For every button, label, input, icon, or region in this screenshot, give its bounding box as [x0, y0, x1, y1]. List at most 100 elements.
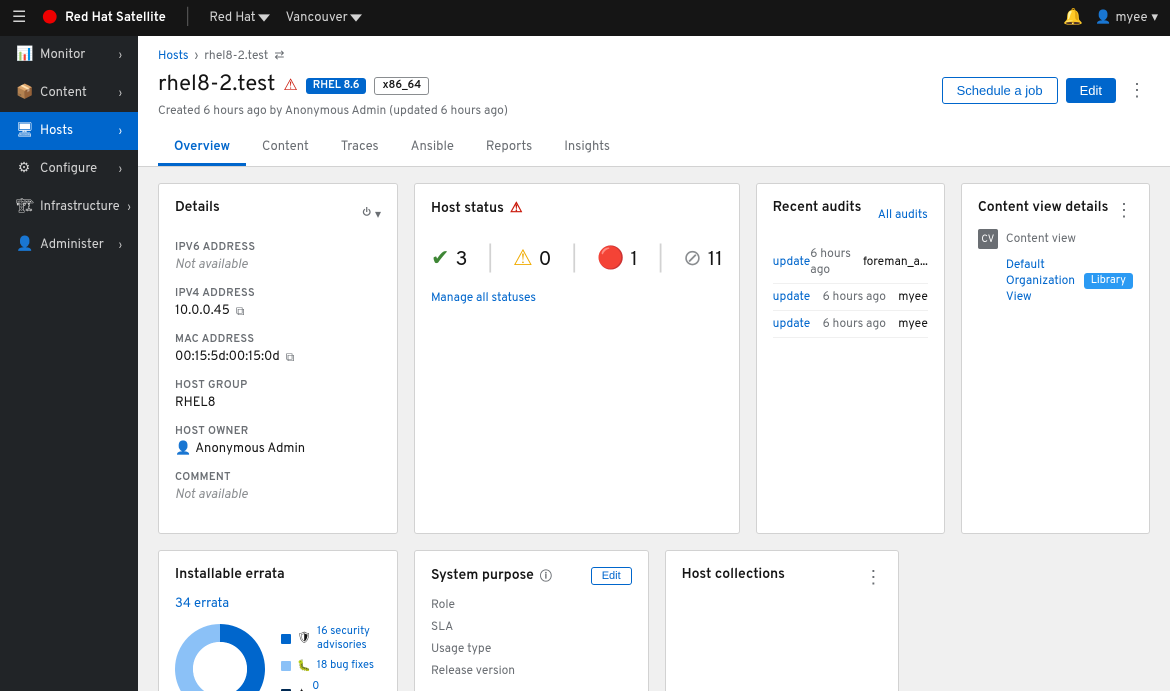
legend-bug-link[interactable]: 18 bug fixes [317, 659, 374, 673]
syspurpose-role-label: Role [431, 597, 521, 613]
notification-bell-icon[interactable]: 🔔 [1063, 7, 1083, 29]
tab-reports[interactable]: Reports [470, 131, 548, 166]
username: myee [1115, 10, 1147, 26]
syspurpose-usage-row: Usage type [431, 641, 632, 657]
breadcrumb-hosts-link[interactable]: Hosts [158, 48, 189, 64]
audit-action-1[interactable]: update [773, 289, 811, 305]
more-options-button[interactable]: ⋮ [1124, 76, 1150, 105]
sidebar-item-hosts[interactable]: 🖥 Hosts › [0, 112, 138, 150]
audits-title: Recent audits [773, 200, 862, 217]
audit-row: update 6 hours ago foreman_a... [773, 241, 928, 284]
details-title-row: Details ⏻ ▾ [175, 200, 381, 229]
power-icon[interactable]: ⏻ [362, 206, 371, 223]
breadcrumb-sep: › [195, 48, 199, 64]
hamburger-icon[interactable]: ☰ [12, 7, 26, 29]
sidebar-label-content: Content [40, 85, 87, 101]
syspurpose-title-row: System purpose ⓘ Edit [431, 567, 632, 597]
ipv6-section: IPv6 address Not available [175, 241, 381, 273]
legend-enh: ✦ 0 enhancements [281, 680, 385, 691]
owner-person-icon: 👤 [175, 441, 191, 457]
audit-action-0[interactable]: update [773, 254, 811, 270]
manage-statuses-link[interactable]: Manage all statuses [431, 290, 536, 306]
status-disabled-item: ⊘ 11 [683, 246, 722, 274]
status-sep2: | [572, 247, 577, 273]
ipv4-text: 10.0.0.45 [175, 303, 230, 319]
legend-enh-link[interactable]: 0 enhancements [312, 680, 385, 691]
location-name: Vancouver [286, 10, 348, 26]
tab-overview[interactable]: Overview [158, 131, 246, 166]
hosts-icon: 🖥 [16, 122, 32, 140]
tab-content[interactable]: Content [246, 131, 325, 166]
org-selector[interactable]: Red Hat [209, 10, 269, 26]
org-name: Red Hat [209, 10, 255, 26]
sidebar-item-content[interactable]: 📦 Content › [0, 74, 138, 112]
errata-title-row: Installable errata [175, 567, 381, 596]
tab-traces[interactable]: Traces [325, 131, 395, 166]
ipv4-value: 10.0.0.45 ⧉ [175, 303, 381, 319]
comment-label: Comment [175, 471, 381, 485]
content-row-2: Installable errata 34 errata [138, 550, 1170, 691]
content-row-1: Details ⏻ ▾ IPv6 address Not available I… [138, 167, 1170, 550]
main-content: Hosts › rhel8-2.test ⇄ rhel8-2.test ⚠ RH… [138, 36, 1170, 691]
cv-title: Content view details [978, 200, 1109, 217]
host-meta: Created 6 hours ago by Anonymous Admin (… [158, 103, 508, 119]
cv-row: CV Content view [978, 229, 1133, 249]
edit-button[interactable]: Edit [1066, 78, 1116, 103]
status-title-text: Host status [431, 201, 504, 218]
host-collections-card: Host collections ⋮ [665, 550, 900, 691]
legend-bug-icon: 🐛 [297, 659, 311, 674]
tab-ansible[interactable]: Ansible [395, 131, 470, 166]
user-menu[interactable]: 👤 myee ▾ [1095, 10, 1158, 26]
syspurpose-sla-row: SLA [431, 619, 632, 635]
schedule-job-button[interactable]: Schedule a job [942, 77, 1058, 104]
sidebar-item-configure[interactable]: ⚙ Configure › [0, 150, 138, 188]
sidebar-label-configure: Configure [40, 161, 97, 177]
page-header: Hosts › rhel8-2.test ⇄ rhel8-2.test ⚠ RH… [138, 36, 1170, 167]
syspurpose-help-icon: ⓘ [540, 567, 552, 585]
errata-legend: 🛡 16 security advisories 🐛 18 bug fixes … [281, 625, 385, 691]
cv-more-button[interactable]: ⋮ [1115, 200, 1133, 221]
cv-name-link[interactable]: Default Organization View [1006, 257, 1076, 305]
all-audits-link[interactable]: All audits [878, 207, 928, 223]
location-chevron-icon [350, 12, 362, 24]
status-warn-item: ⚠ 0 [513, 246, 552, 274]
sidebar-label-administer: Administer [40, 237, 104, 253]
sidebar-item-administer[interactable]: 👤 Administer › [0, 226, 138, 264]
host-title: rhel8-2.test [158, 72, 275, 99]
audit-action-2[interactable]: update [773, 316, 811, 332]
recent-audits-card: Recent audits All audits update 6 hours … [756, 183, 945, 534]
status-title: Host status ⚠ [431, 200, 523, 218]
legend-bug-dot [281, 661, 291, 671]
administer-chevron-icon: › [119, 239, 122, 252]
legend-enh-icon: ✦ [297, 686, 306, 691]
breadcrumb-link-icon[interactable]: ⇄ [274, 48, 284, 64]
details-dropdown-icon[interactable]: ▾ [375, 207, 381, 223]
cv-title-row: Content view details ⋮ [978, 200, 1133, 229]
content-chevron-icon: › [119, 87, 122, 100]
cv-name-label: Content view [1006, 231, 1076, 247]
owner-text: Anonymous Admin [195, 441, 305, 457]
mac-value: 00:15:5d:00:15:0d ⧉ [175, 349, 381, 365]
status-disabled-icon: ⊘ [683, 246, 701, 274]
user-chevron-icon: ▾ [1151, 10, 1158, 26]
administer-icon: 👤 [16, 236, 32, 254]
sidebar-label-infrastructure: Infrastructure [40, 199, 120, 215]
sidebar-item-monitor[interactable]: 📊 Monitor › [0, 36, 138, 74]
copy-mac-button[interactable]: ⧉ [284, 350, 297, 365]
owner-value: 👤 Anonymous Admin [175, 441, 381, 457]
sidebar-item-infrastructure[interactable]: 🏗 Infrastructure › [0, 188, 138, 226]
tab-insights[interactable]: Insights [548, 131, 626, 166]
syspurpose-edit-button[interactable]: Edit [591, 567, 632, 585]
status-sep1: | [487, 247, 492, 273]
hostgroup-section: Host group RHEL8 [175, 379, 381, 411]
location-selector[interactable]: Vancouver [286, 10, 362, 26]
tabs: Overview Content Traces Ansible Reports … [158, 131, 1150, 166]
status-alert-icon: ⚠ [510, 200, 523, 218]
hostgroup-value: RHEL8 [175, 395, 381, 411]
hc-more-button[interactable]: ⋮ [864, 567, 882, 588]
legend-security-link[interactable]: 16 security advisories [317, 625, 385, 653]
comment-value: Not available [175, 487, 381, 503]
copy-ipv4-button[interactable]: ⧉ [234, 304, 247, 319]
errata-count-link[interactable]: 34 errata [175, 596, 381, 612]
status-check-item: ✔ 3 [431, 246, 467, 274]
